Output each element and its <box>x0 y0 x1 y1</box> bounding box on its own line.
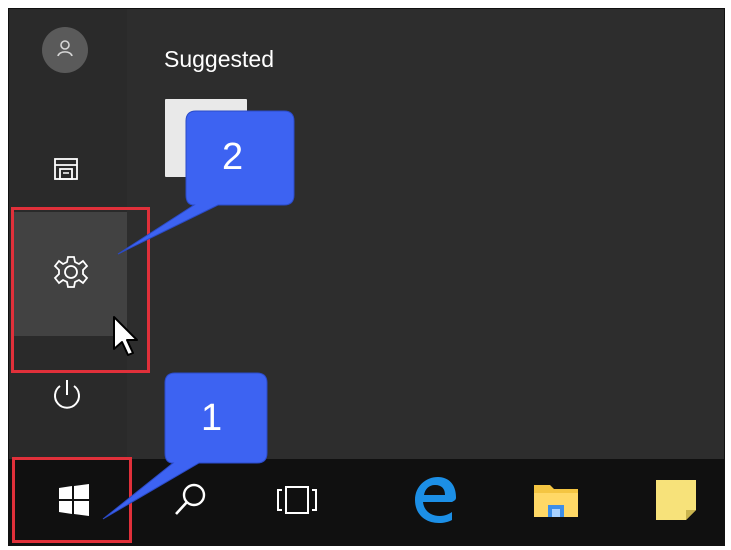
person-icon <box>54 37 76 64</box>
file-explorer-button[interactable] <box>521 459 591 545</box>
suggested-heading: Suggested <box>164 46 274 72</box>
sticky-notes-button[interactable] <box>641 459 711 545</box>
callout-1-number: 1 <box>201 397 223 439</box>
mouse-cursor-icon <box>112 315 140 364</box>
user-avatar[interactable] <box>42 27 88 73</box>
callout-2-number: 2 <box>222 136 244 178</box>
documents-button[interactable] <box>39 144 93 198</box>
edge-browser-icon <box>409 475 459 530</box>
callout-2: 2 <box>114 109 304 264</box>
power-icon <box>51 378 83 417</box>
callout-1: 1 <box>99 371 279 528</box>
folder-icon <box>532 479 580 526</box>
sticky-note-icon <box>653 477 699 528</box>
power-button[interactable] <box>45 375 89 419</box>
edge-browser-button[interactable] <box>401 459 467 545</box>
screenshot-frame: Suggested 2 1 <box>8 8 725 546</box>
documents-icon <box>52 156 80 187</box>
task-view-icon <box>275 483 319 522</box>
